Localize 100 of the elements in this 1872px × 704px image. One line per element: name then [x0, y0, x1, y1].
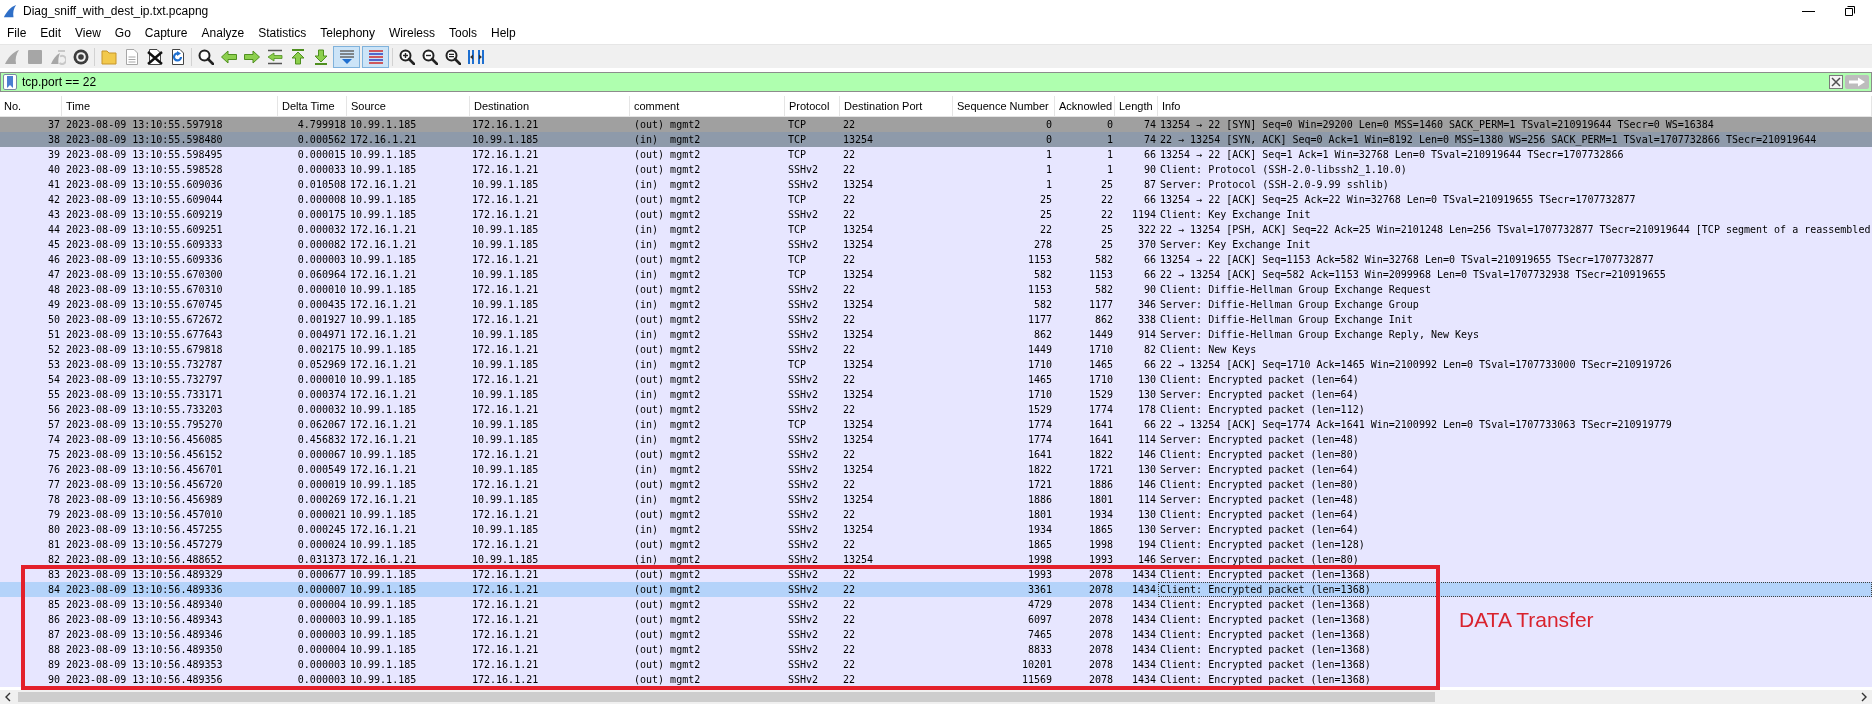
source-address: 172.16.1.21	[349, 523, 418, 537]
packet-row[interactable]: 49 2023-08-09 13:10:55.670745 0.000435 172.16.1.21 10.99.1.185 (in) mgmt2 SSHv2 13254 582 1177 346 Server: Diffie-Hellman Group Exchange Group	[0, 297, 1872, 312]
column-header[interactable]: Acknowled	[1055, 96, 1115, 116]
packet-row[interactable]: 78 2023-08-09 13:10:56.456989 0.000269 172.16.1.21 10.99.1.185 (in) mgmt2 SSHv2 13254 1886 1801 114 Server: Encrypted packet (len=48)	[0, 492, 1872, 507]
packet-row[interactable]: 81 2023-08-09 13:10:56.457279 0.000024 10.99.1.185 172.16.1.21 (out) mgmt2 SSHv2 22 1865 1998 194 Client: Encrypted packet (len=128)	[0, 537, 1872, 552]
packet-info: Client: Encrypted packet (len=1368)	[1159, 568, 1371, 582]
packet-row[interactable]: 87 2023-08-09 13:10:56.489346 0.000003 10.99.1.185 172.16.1.21 (out) mgmt2 SSHv2 22 7465 2078 1434 Client: Encrypted packet (len=1368)	[0, 627, 1872, 642]
packet-info: 22 → 13254 [ACK] Seq=582 Ack=1153 Win=2099968 Len=0 TSval=1707732938 TSecr=210919655	[1159, 268, 1666, 282]
packet-row[interactable]: 45 2023-08-09 13:10:55.609333 0.000082 172.16.1.21 10.99.1.185 (in) mgmt2 SSHv2 13254 278 25 370 Server: Key Exchange Init	[0, 237, 1872, 252]
packet-row[interactable]: 53 2023-08-09 13:10:55.732787 0.052969 172.16.1.21 10.99.1.185 (in) mgmt2 TCP 13254 1710 1465 66 22 → 13254 [ACK] Seq=1710 Ack=1465 Win=2100992 Len=0 TSval=1707733000 TSecr=210919726	[0, 357, 1872, 372]
packet-row[interactable]: 86 2023-08-09 13:10:56.489343 0.000003 10.99.1.185 172.16.1.21 (out) mgmt2 SSHv2 22 6097 2078 1434 Client: Encrypted packet (len=1368) DATA Transfer	[0, 612, 1872, 627]
packet-row[interactable]: 46 2023-08-09 13:10:55.609336 0.000003 10.99.1.185 172.16.1.21 (out) mgmt2 TCP 22 1153 582 66 13254 → 22 [ACK] Seq=1153 Ack=582 Win=32768 Len=0 TSval=210919655 TSecr=1707732877	[0, 252, 1872, 267]
frame-length: 66	[1142, 418, 1157, 432]
packet-row[interactable]: 83 2023-08-09 13:10:56.489329 0.000677 10.99.1.185 172.16.1.21 (out) mgmt2 SSHv2 22 1993 2078 1434 Client: Encrypted packet (len=1368)	[0, 567, 1872, 582]
selected-packet-row[interactable]: 84 2023-08-09 13:10:56.489336 0.000007 10.99.1.185 172.16.1.21 (out) mgmt2 SSHv2 22 3361 2078 1434 Client: Encrypted packet (len=1368)	[0, 582, 1872, 597]
packet-row[interactable]: 82 2023-08-09 13:10:56.488652 0.031373 172.16.1.21 10.99.1.185 (in) mgmt2 SSHv2 13254 1998 1993 146 Server: Encrypted packet (len=80)	[0, 552, 1872, 567]
ack-number: 25	[1099, 223, 1114, 237]
zoom-out-icon	[421, 48, 438, 65]
column-header[interactable]: No.	[0, 96, 62, 116]
menu-item[interactable]: Analyze	[194, 24, 252, 42]
comment-text: (out) mgmt2	[633, 283, 702, 297]
protocol-name: SSHv2	[787, 163, 820, 177]
column-header[interactable]: Protocol	[785, 96, 840, 116]
packet-row[interactable]: 47 2023-08-09 13:10:55.670300 0.060964 172.16.1.21 10.99.1.185 (in) mgmt2 TCP 13254 582 1153 66 22 → 13254 [ACK] Seq=582 Ack=1153 Win=2099968 Len=0 TSval=1707732938 TSecr=210919655	[0, 267, 1872, 282]
packet-row[interactable]: 56 2023-08-09 13:10:55.733203 0.000032 10.99.1.185 172.16.1.21 (out) mgmt2 SSHv2 22 1529 1774 178 Client: Encrypted packet (len=112)	[0, 402, 1872, 417]
ack-number: 1710	[1087, 373, 1114, 387]
packet-row[interactable]: 43 2023-08-09 13:10:55.609219 0.000175 10.99.1.185 172.16.1.21 (out) mgmt2 SSHv2 22 25 22 1194 Client: Key Exchange Init	[0, 207, 1872, 222]
ack-number: 2078	[1087, 583, 1114, 597]
packet-row[interactable]: 77 2023-08-09 13:10:56.456720 0.000019 10.99.1.185 172.16.1.21 (out) mgmt2 SSHv2 22 1721 1886 146 Client: Encrypted packet (len=80)	[0, 477, 1872, 492]
packet-row[interactable]: 79 2023-08-09 13:10:56.457010 0.000021 10.99.1.185 172.16.1.21 (out) mgmt2 SSHv2 22 1801 1934 130 Client: Encrypted packet (len=64)	[0, 507, 1872, 522]
source-address: 10.99.1.185	[349, 598, 418, 612]
minimize-button[interactable]	[1802, 10, 1815, 12]
packet-row[interactable]: 39 2023-08-09 13:10:55.598495 0.000015 10.99.1.185 172.16.1.21 (out) mgmt2 TCP 22 1 1 66 13254 → 22 [ACK] Seq=1 Ack=1 Win=32768 Len=0 TSval=210919644 TSecr=1707732866	[0, 147, 1872, 162]
packet-row[interactable]: 52 2023-08-09 13:10:55.679818 0.002175 10.99.1.185 172.16.1.21 (out) mgmt2 SSHv2 22 1449 1710 82 Client: New Keys	[0, 342, 1872, 357]
destination-address: 172.16.1.21	[471, 598, 540, 612]
column-header[interactable]: Length	[1115, 96, 1158, 116]
protocol-name: SSHv2	[787, 523, 820, 537]
destination-address: 172.16.1.21	[471, 628, 540, 642]
packet-row[interactable]: 41 2023-08-09 13:10:55.609036 0.010508 172.16.1.21 10.99.1.185 (in) mgmt2 SSHv2 13254 1 25 87 Server: Protocol (SSH-2.0-9.99 sshlib)	[0, 177, 1872, 192]
menu-item[interactable]: Capture	[137, 24, 195, 42]
column-header[interactable]: Sequence Number	[953, 96, 1055, 116]
scrollbar-thumb[interactable]	[18, 692, 1435, 702]
destination-address: 10.99.1.185	[471, 463, 540, 477]
menu-item[interactable]: Tools	[442, 24, 484, 42]
horizontal-scrollbar[interactable]	[0, 690, 1872, 704]
display-filter-field[interactable]: tcp.port == 22	[22, 73, 1829, 91]
protocol-name: SSHv2	[787, 403, 820, 417]
menu-item[interactable]: Statistics	[251, 24, 314, 42]
comment-text: (in) mgmt2	[633, 553, 702, 567]
menu-item[interactable]: Wireless	[382, 24, 442, 42]
menu-item[interactable]: File	[0, 24, 34, 42]
sequence-number: 1710	[1026, 388, 1053, 402]
packet-row[interactable]: 85 2023-08-09 13:10:56.489340 0.000004 10.99.1.185 172.16.1.21 (out) mgmt2 SSHv2 22 4729 2078 1434 Client: Encrypted packet (len=1368)	[0, 597, 1872, 612]
column-header[interactable]: Info	[1158, 96, 1872, 116]
packet-row[interactable]: 54 2023-08-09 13:10:55.732797 0.000010 10.99.1.185 172.16.1.21 (out) mgmt2 SSHv2 22 1465 1710 130 Client: Encrypted packet (len=64)	[0, 372, 1872, 387]
menu-item[interactable]: Telephony	[313, 24, 382, 42]
sequence-number: 1529	[1026, 403, 1053, 417]
destination-address: 172.16.1.21	[471, 253, 540, 267]
reload-icon	[169, 48, 186, 65]
packet-row[interactable]: 48 2023-08-09 13:10:55.670310 0.000010 10.99.1.185 172.16.1.21 (out) mgmt2 SSHv2 22 1153 582 90 Client: Diffie-Hellman Group Exchange Request	[0, 282, 1872, 297]
packet-row[interactable]: 75 2023-08-09 13:10:56.456152 0.000067 10.99.1.185 172.16.1.21 (out) mgmt2 SSHv2 22 1641 1822 146 Client: Encrypted packet (len=80)	[0, 447, 1872, 462]
packet-row[interactable]: 42 2023-08-09 13:10:55.609044 0.000008 10.99.1.185 172.16.1.21 (out) mgmt2 TCP 22 25 22 66 13254 → 22 [ACK] Seq=25 Ack=22 Win=32768 Len=0 TSval=210919655 TSecr=1707732877	[0, 192, 1872, 207]
timestamp: 2023-08-09 13:10:56.488652	[65, 553, 224, 567]
sequence-number: 1774	[1026, 433, 1053, 447]
packet-row[interactable]: 40 2023-08-09 13:10:55.598528 0.000033 10.99.1.185 172.16.1.21 (out) mgmt2 SSHv2 22 1 1 90 Client: Protocol (SSH-2.0-libssh2_1.10.0)	[0, 162, 1872, 177]
packet-row[interactable]: 37 2023-08-09 13:10:55.597918 4.799918 10.99.1.185 172.16.1.21 (out) mgmt2 TCP 22 0 0 74 13254 → 22 [SYN] Seq=0 Win=29200 Len=0 MSS=1460 SACK_PERM=1 TSval=210919644 TSecr=0 WS=16384	[0, 117, 1872, 132]
menu-item[interactable]: Help	[484, 24, 523, 42]
right-arrow-icon	[243, 48, 260, 65]
sequence-number: 3361	[1026, 583, 1053, 597]
packet-row[interactable]: 51 2023-08-09 13:10:55.677643 0.004971 172.16.1.21 10.99.1.185 (in) mgmt2 SSHv2 13254 862 1449 914 Server: Diffie-Hellman Group Exchange Reply, New Keys	[0, 327, 1872, 342]
packet-row[interactable]: 90 2023-08-09 13:10:56.489356 0.000003 10.99.1.185 172.16.1.21 (out) mgmt2 SSHv2 22 11569 2078 1434 Client: Encrypted packet (len=1368)	[0, 672, 1872, 687]
packet-row[interactable]: 38 2023-08-09 13:10:55.598480 0.000562 172.16.1.21 10.99.1.185 (in) mgmt2 TCP 13254 0 1 74 22 → 13254 [SYN, ACK] Seq=0 Ack=1 Win=8192 Len=0 MSS=1380 WS=256 SACK_PERM=1 TSval=1707732866 TSecr=210919644	[0, 132, 1872, 147]
frame-length: 66	[1142, 193, 1157, 207]
packet-info: Server: Key Exchange Init	[1159, 238, 1311, 252]
menu-item[interactable]: Go	[107, 24, 138, 42]
packet-number: 50	[46, 313, 61, 327]
clear-filter-button[interactable]	[1829, 73, 1845, 91]
delta-time: 0.000003	[296, 673, 347, 687]
column-header[interactable]: comment	[630, 96, 785, 116]
menu-item[interactable]: View	[68, 24, 108, 42]
packet-row[interactable]: 57 2023-08-09 13:10:55.795270 0.062067 172.16.1.21 10.99.1.185 (in) mgmt2 TCP 13254 1774 1641 66 22 → 13254 [ACK] Seq=1774 Ack=1641 Win=2100992 Len=0 TSval=1707733063 TSecr=210919779	[0, 417, 1872, 432]
packet-row[interactable]: 55 2023-08-09 13:10:55.733171 0.000374 172.16.1.21 10.99.1.185 (in) mgmt2 SSHv2 13254 1710 1529 130 Server: Encrypted packet (len=64)	[0, 387, 1872, 402]
column-header[interactable]: Delta Time	[278, 96, 347, 116]
column-header[interactable]: Source	[347, 96, 470, 116]
packet-row[interactable]: 74 2023-08-09 13:10:56.456085 0.456832 172.16.1.21 10.99.1.185 (in) mgmt2 SSHv2 13254 1774 1641 114 Server: Encrypted packet (len=48)	[0, 432, 1872, 447]
packet-row[interactable]: 88 2023-08-09 13:10:56.489350 0.000004 10.99.1.185 172.16.1.21 (out) mgmt2 SSHv2 22 8833 2078 1434 Client: Encrypted packet (len=1368)	[0, 642, 1872, 657]
filter-bookmark-button[interactable]	[1, 73, 22, 91]
column-header[interactable]: Time	[62, 96, 278, 116]
menu-item[interactable]: Edit	[33, 24, 69, 42]
sequence-number: 0	[1044, 118, 1053, 132]
column-header[interactable]: Destination	[470, 96, 630, 116]
packet-row[interactable]: 50 2023-08-09 13:10:55.672672 0.001927 10.99.1.185 172.16.1.21 (out) mgmt2 SSHv2 22 1177 862 338 Client: Diffie-Hellman Group Exchange Init	[0, 312, 1872, 327]
destination-address: 10.99.1.185	[471, 223, 540, 237]
packet-row[interactable]: 76 2023-08-09 13:10:56.456701 0.000549 172.16.1.21 10.99.1.185 (in) mgmt2 SSHv2 13254 1822 1721 130 Server: Encrypted packet (len=64)	[0, 462, 1872, 477]
packet-row[interactable]: 89 2023-08-09 13:10:56.489353 0.000003 10.99.1.185 172.16.1.21 (out) mgmt2 SSHv2 22 10201 2078 1434 Client: Encrypted packet (len=1368)	[0, 657, 1872, 672]
source-address: 10.99.1.185	[349, 613, 418, 627]
column-header[interactable]: Destination Port	[840, 96, 953, 116]
restore-button[interactable]	[1845, 6, 1855, 16]
timestamp: 2023-08-09 13:10:56.457010	[65, 508, 224, 522]
packet-row[interactable]: 80 2023-08-09 13:10:56.457255 0.000245 172.16.1.21 10.99.1.185 (in) mgmt2 SSHv2 13254 1934 1865 130 Server: Encrypted packet (len=64)	[0, 522, 1872, 537]
